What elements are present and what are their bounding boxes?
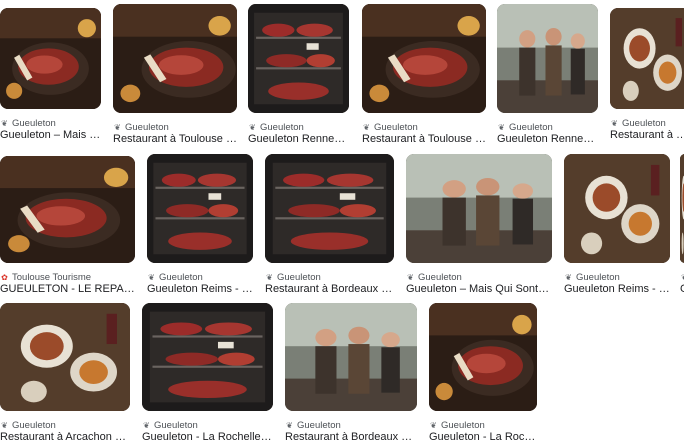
source-name: Toulouse Tourisme bbox=[12, 271, 92, 283]
site-icon: ❦ bbox=[266, 272, 273, 282]
source-name: Gueuleton bbox=[418, 271, 462, 283]
site-icon: ❦ bbox=[143, 420, 150, 430]
result-card[interactable]: ❦ GueuletonRestaurant à Bordeaux – Gue… bbox=[265, 154, 394, 299]
result-thumbnail[interactable] bbox=[362, 4, 486, 113]
result-thumbnail[interactable] bbox=[248, 4, 349, 113]
result-title[interactable]: Restaurant à Arcachon – Gue… bbox=[0, 431, 130, 445]
source-name: Gueuleton bbox=[12, 117, 56, 129]
result-source: ❦ Gueuleton bbox=[248, 121, 349, 133]
site-icon: ❦ bbox=[1, 420, 8, 430]
source-name: Gueuleton bbox=[509, 121, 553, 133]
site-icon: ❦ bbox=[148, 272, 155, 282]
result-source: ❦ Gueuleton bbox=[610, 117, 684, 129]
result-thumbnail[interactable] bbox=[429, 303, 537, 411]
site-icon: ❦ bbox=[430, 420, 437, 430]
result-thumbnail[interactable] bbox=[610, 8, 684, 109]
result-thumbnail[interactable] bbox=[147, 154, 253, 263]
result-thumbnail[interactable] bbox=[406, 154, 552, 263]
source-name: Gueuleton bbox=[576, 271, 620, 283]
result-thumbnail-partial[interactable] bbox=[680, 154, 684, 263]
source-name: Gueuleton bbox=[154, 419, 198, 431]
result-card[interactable]: ❦ GueuletonGueuleton - La Rochelle - Gue… bbox=[429, 303, 537, 447]
result-title[interactable]: Gueuleton Rennes - G… bbox=[497, 133, 598, 147]
result-source: ❦ Gueuleton bbox=[0, 117, 101, 129]
result-card[interactable]: ❦ GueuletonGueuleton – Mais Qui … bbox=[0, 8, 101, 145]
result-title[interactable]: Gueuleton Paris - Gueuleton bbox=[680, 283, 684, 297]
result-title[interactable]: Gueuleton Rennes - G… bbox=[248, 133, 349, 147]
result-title[interactable]: Gueuleton - La Rochelle - Gue… bbox=[429, 431, 537, 445]
result-title[interactable]: Restaurant à Toulouse – Gu… bbox=[113, 133, 237, 147]
site-icon: ❦ bbox=[498, 122, 505, 132]
result-card[interactable]: ❦ GueuletonGueuleton Rennes - G… bbox=[497, 4, 598, 149]
source-name: Gueuleton bbox=[297, 419, 341, 431]
source-name: Gueuleton bbox=[125, 121, 169, 133]
source-name: Gueuleton bbox=[622, 117, 666, 129]
result-source: ✿ Toulouse Tourisme bbox=[0, 271, 135, 283]
result-title[interactable]: Gueuleton – Mais Qui Sont ces B… bbox=[406, 283, 552, 297]
result-source: ❦ Gueuleton bbox=[362, 121, 486, 133]
source-name: Gueuleton bbox=[260, 121, 304, 133]
result-thumbnail[interactable] bbox=[285, 303, 417, 411]
result-source: ❦ Gueuleton bbox=[265, 271, 394, 283]
result-card[interactable]: ❦ GueuletonRestaurant à Borde… bbox=[610, 8, 684, 145]
result-thumbnail[interactable] bbox=[0, 303, 130, 411]
site-icon: ❦ bbox=[565, 272, 572, 282]
site-icon: ❦ bbox=[249, 122, 256, 132]
result-card[interactable]: ❦ Gueuleton Restaurant à Bordeaux … bbox=[285, 303, 417, 447]
result-card[interactable]: ❦ GueuletonRestaurant à Toulouse – Gu… bbox=[113, 4, 237, 149]
site-icon: ❦ bbox=[286, 420, 293, 430]
site-icon: ❦ bbox=[407, 272, 414, 282]
result-thumbnail[interactable] bbox=[113, 4, 237, 113]
result-thumbnail[interactable] bbox=[0, 156, 135, 263]
source-name: Gueuleton bbox=[441, 419, 485, 431]
result-source: ❦ Gueuleton bbox=[497, 121, 598, 133]
result-thumbnail[interactable] bbox=[0, 8, 101, 109]
result-card[interactable]: ❦ GueuletonRestaurant à Arcachon – Gue… bbox=[0, 303, 130, 447]
source-name: Gueuleton bbox=[277, 271, 321, 283]
source-name: Gueuleton bbox=[159, 271, 203, 283]
result-source: ❦ Gueuleton bbox=[564, 271, 670, 283]
site-icon: ❦ bbox=[114, 122, 121, 132]
result-source: ❦ Gueuleton bbox=[142, 419, 273, 431]
site-icon: ❦ bbox=[1, 118, 8, 128]
result-source: ❦ Gueuleton bbox=[0, 419, 130, 431]
result-title[interactable]: Restaurant à Toulouse – Gu… bbox=[362, 133, 486, 147]
result-title[interactable]: Restaurant à Borde… bbox=[610, 129, 684, 143]
result-source: ❦Gueuleton bbox=[680, 271, 684, 283]
result-card[interactable]: ❦ GueuletonGueuleton – Mais Qui Sont ces … bbox=[406, 154, 552, 299]
result-card[interactable]: ❦ GueuletonGueuleton Reims - Le … bbox=[147, 154, 253, 299]
site-icon: ❦ bbox=[363, 122, 370, 132]
result-source: ❦ Gueuleton bbox=[429, 419, 537, 431]
site-icon: ❦ bbox=[611, 118, 618, 128]
result-thumbnail[interactable] bbox=[564, 154, 670, 263]
result-thumbnail[interactable] bbox=[265, 154, 394, 263]
result-source: ❦ Gueuleton bbox=[113, 121, 237, 133]
result-card[interactable]: ❦ GueuletonRestaurant à Toulouse – Gu… bbox=[362, 4, 486, 149]
result-card[interactable]: ❦ GueuletonGueuleton - La Rochelle - Gue… bbox=[142, 303, 273, 447]
tourism-icon: ✿ bbox=[1, 272, 8, 282]
result-thumbnail[interactable] bbox=[497, 4, 598, 113]
result-card[interactable]: ❦ GueuletonGueuleton Reims - Le … bbox=[564, 154, 670, 299]
result-source: ❦ Gueuleton bbox=[285, 419, 417, 431]
result-title[interactable]: Gueuleton – Mais Qui … bbox=[0, 129, 101, 143]
result-title[interactable]: Gueuleton - La Rochelle - Gue… bbox=[142, 431, 273, 445]
source-name: Gueuleton bbox=[12, 419, 56, 431]
result-source: ❦ Gueuleton bbox=[147, 271, 253, 283]
result-title[interactable]: Restaurant à Bordeaux – Gue… bbox=[265, 283, 394, 297]
source-name: Gueuleton bbox=[374, 121, 418, 133]
result-title[interactable]: Restaurant à Bordeaux … bbox=[285, 431, 417, 445]
site-icon: ❦ bbox=[680, 273, 684, 282]
result-title[interactable]: GUEULETON - LE REPAIRE D… bbox=[0, 283, 135, 297]
result-thumbnail[interactable] bbox=[142, 303, 273, 411]
result-source: ❦ Gueuleton bbox=[406, 271, 552, 283]
result-title[interactable]: Gueuleton Reims - Le … bbox=[564, 283, 670, 297]
result-card[interactable]: ❦ GueuletonGueuleton Rennes - G… bbox=[248, 4, 349, 149]
result-card[interactable]: ✿ Toulouse TourismeGUEULETON - LE REPAIRE… bbox=[0, 156, 135, 299]
result-title[interactable]: Gueuleton Reims - Le … bbox=[147, 283, 253, 297]
